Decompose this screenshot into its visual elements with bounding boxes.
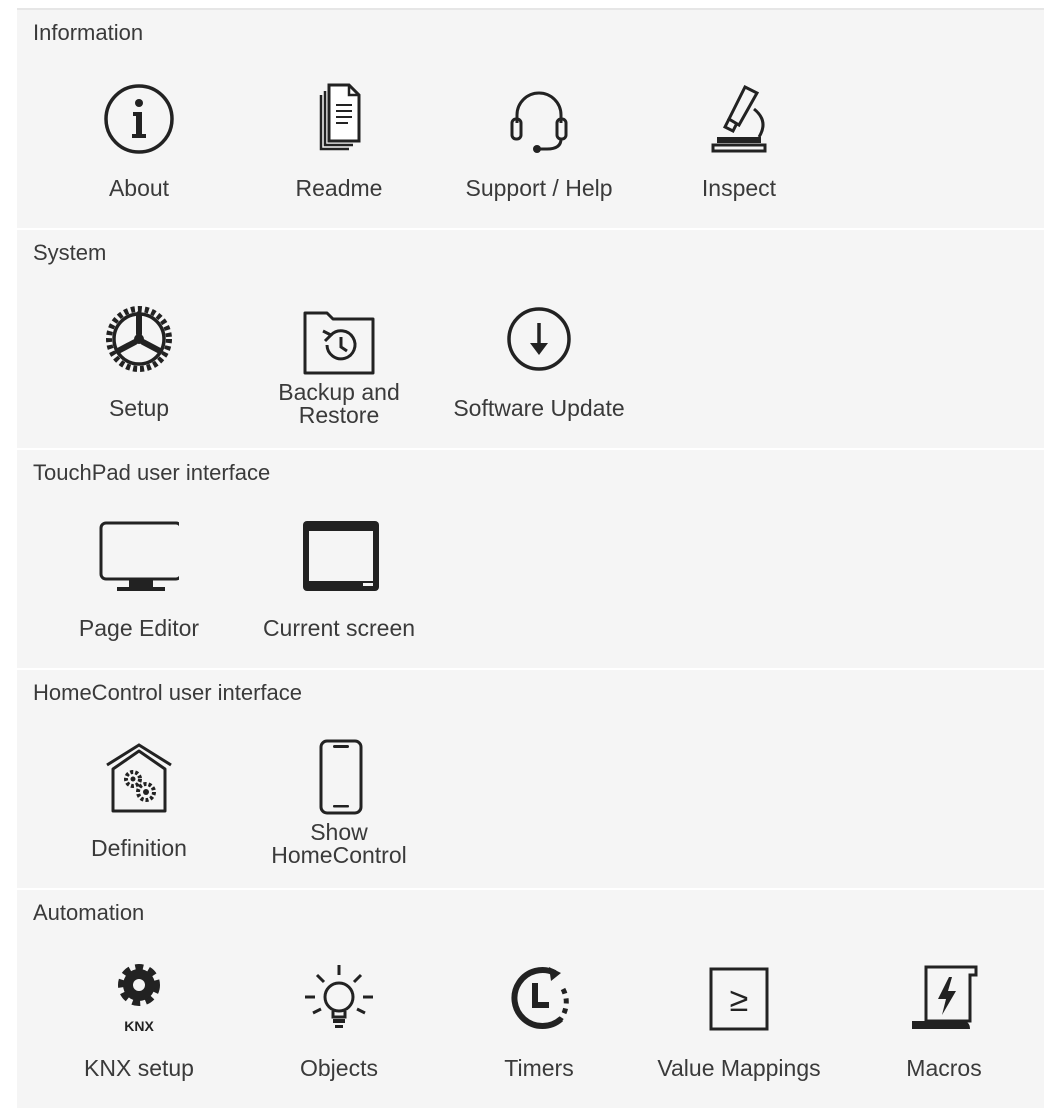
monitor-icon <box>99 519 179 599</box>
smartphone-icon <box>299 739 379 819</box>
current-screen-button[interactable]: Current screen <box>239 513 439 663</box>
section-title: Automation <box>33 900 145 925</box>
backup-restore-button[interactable]: Backup and Restore <box>239 293 439 443</box>
about-label: About <box>108 175 170 201</box>
app-page: Information About Readme Support / Help … <box>17 8 1044 1110</box>
section-information: Information About Readme Support / Help … <box>17 10 1044 230</box>
inspect-label: Inspect <box>701 175 777 201</box>
svg-text:KNX: KNX <box>124 1018 154 1034</box>
svg-text:≥: ≥ <box>730 981 749 1019</box>
setup-button[interactable]: Setup <box>39 293 239 443</box>
timers-button[interactable]: Timers <box>439 953 639 1103</box>
knx-gear-icon: KNX <box>99 959 179 1039</box>
section-automation: Automation KNX KNX setup Objects Timers … <box>17 890 1044 1110</box>
about-button[interactable]: About <box>39 73 239 223</box>
page-editor-button[interactable]: Page Editor <box>39 513 239 663</box>
show-homecontrol-label: Show HomeControl <box>271 819 407 868</box>
section-title: Information <box>33 20 144 45</box>
macros-button[interactable]: Macros <box>844 953 1044 1103</box>
info-icon <box>99 79 179 159</box>
knx-setup-button[interactable]: KNX KNX setup <box>39 953 239 1103</box>
microscope-icon <box>699 79 779 159</box>
page-editor-label: Page Editor <box>78 615 200 641</box>
section-touchpad: TouchPad user interface Page Editor Curr… <box>17 450 1044 670</box>
objects-label: Objects <box>300 1055 378 1081</box>
readme-button[interactable]: Readme <box>239 73 439 223</box>
gear-wheel-icon <box>99 299 179 379</box>
inspect-button[interactable]: Inspect <box>639 73 839 223</box>
timer-icon <box>499 959 579 1039</box>
support-help-label: Support / Help <box>465 175 613 201</box>
section-title: System <box>33 240 107 265</box>
readme-label: Readme <box>295 175 383 201</box>
value-mappings-button[interactable]: ≥ Value Mappings <box>639 953 839 1103</box>
timers-label: Timers <box>504 1055 574 1081</box>
current-screen-label: Current screen <box>262 615 416 641</box>
knx-setup-label: KNX setup <box>84 1055 194 1081</box>
value-mapping-icon: ≥ <box>699 959 779 1039</box>
lightbulb-icon <box>299 959 379 1039</box>
section-title: TouchPad user interface <box>33 460 271 485</box>
download-circle-icon <box>499 299 579 379</box>
macros-label: Macros <box>906 1055 982 1081</box>
software-update-button[interactable]: Software Update <box>439 293 639 443</box>
macro-scroll-icon <box>904 959 984 1039</box>
show-homecontrol-button[interactable]: Show HomeControl <box>239 733 439 883</box>
backup-restore-label: Backup and Restore <box>278 379 400 428</box>
section-system: System Setup Backup and Restore Software… <box>17 230 1044 450</box>
screen-window-icon <box>299 519 379 599</box>
objects-button[interactable]: Objects <box>239 953 439 1103</box>
setup-label: Setup <box>108 395 170 421</box>
folder-restore-icon <box>299 299 379 379</box>
document-icon <box>299 79 379 159</box>
headset-icon <box>499 79 579 159</box>
definition-button[interactable]: Definition <box>39 733 239 883</box>
value-mappings-label: Value Mappings <box>657 1055 821 1081</box>
support-help-button[interactable]: Support / Help <box>439 73 639 223</box>
section-homecontrol: HomeControl user interface Definition Sh… <box>17 670 1044 890</box>
house-gears-icon <box>99 739 179 819</box>
section-title: HomeControl user interface <box>33 680 303 705</box>
software-update-label: Software Update <box>453 395 625 421</box>
definition-label: Definition <box>91 835 187 861</box>
